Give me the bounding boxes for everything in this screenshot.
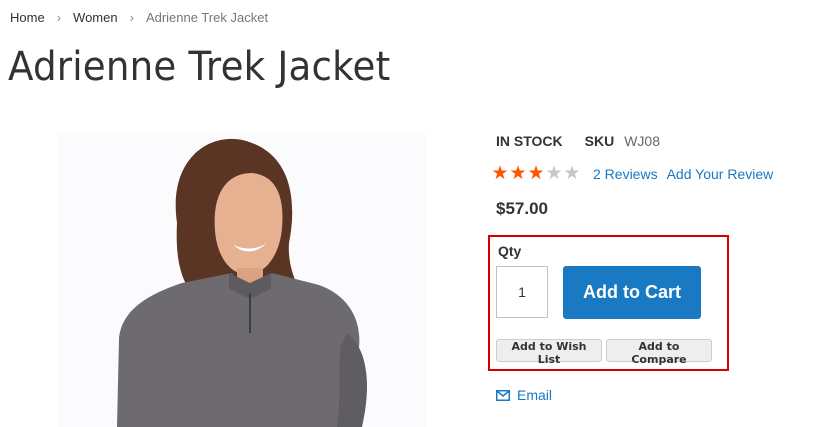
sku-value: WJ08 [624, 133, 660, 149]
add-to-compare-button[interactable]: Add to Compare [606, 339, 712, 366]
breadcrumb-current: Adrienne Trek Jacket [145, 10, 269, 25]
star-filled-icon: ★ [509, 163, 527, 184]
email-share: Email [496, 387, 552, 403]
breadcrumb-home-link[interactable]: Home [10, 10, 45, 25]
product-price: $57.00 [496, 199, 548, 218]
qty-input[interactable] [496, 266, 548, 318]
star-empty-icon: ★ [563, 163, 581, 184]
stock-status: In stock [496, 133, 563, 149]
star-filled-icon: ★ [491, 163, 509, 184]
rating-summary: ★ ★ ★ ★ ★ 2 Reviews Add Your Review [491, 164, 773, 184]
add-review-link[interactable]: Add Your Review [667, 166, 774, 182]
chevron-right-icon: › [129, 10, 134, 25]
product-photo-illustration [57, 133, 427, 427]
qty-label: Qty [498, 243, 522, 259]
sku-label: SKU [584, 133, 615, 149]
breadcrumb: Home › Women › Adrienne Trek Jacket [10, 10, 268, 25]
chevron-right-icon: › [56, 10, 62, 25]
stock-sku-row: In stock SKU WJ08 [496, 133, 660, 149]
rating-stars: ★ ★ ★ ★ ★ [491, 164, 581, 184]
email-link[interactable]: Email [517, 387, 552, 403]
add-to-cart-button[interactable]: Add to Cart [563, 266, 701, 319]
reviews-link[interactable]: 2 Reviews [593, 166, 658, 182]
product-image[interactable] [57, 133, 427, 427]
add-to-wishlist-button[interactable]: Add to Wish List [496, 339, 602, 366]
star-empty-icon: ★ [545, 163, 563, 184]
page-title: Adrienne Trek Jacket [8, 44, 391, 90]
breadcrumb-women-link[interactable]: Women [73, 10, 118, 25]
star-filled-icon: ★ [527, 163, 545, 184]
envelope-icon[interactable] [496, 389, 510, 401]
add-to-cart-box: Qty Add to Cart Add to Wish List Add to … [488, 235, 729, 371]
